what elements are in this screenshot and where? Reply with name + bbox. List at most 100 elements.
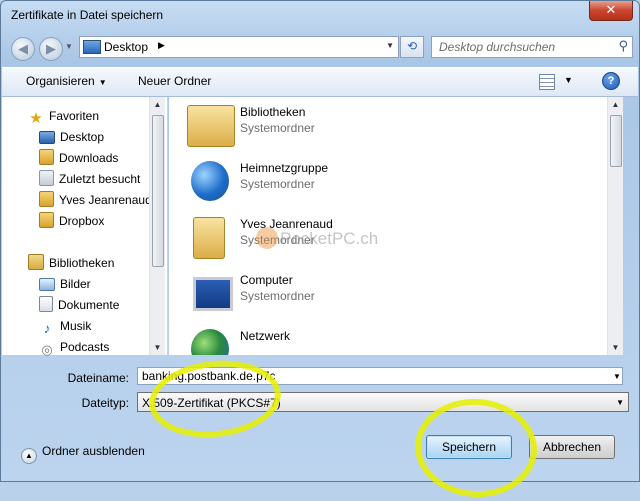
user-folder-icon [193, 217, 225, 259]
scroll-thumb[interactable] [152, 115, 164, 267]
file-type: Systemordner [240, 121, 315, 135]
filetype-dropdown-icon: ▼ [616, 398, 624, 407]
collapse-icon: ▲ [21, 448, 37, 464]
navigation-scrollbar[interactable]: ▲ ▼ [149, 97, 165, 355]
view-dropdown-icon[interactable]: ▼ [564, 75, 573, 85]
sidebar-item-libraries[interactable]: Bibliotheken [28, 254, 114, 272]
view-mode-icon[interactable] [539, 74, 555, 90]
close-button[interactable]: ✕ [589, 1, 633, 21]
file-item-libraries[interactable]: Bibliotheken Systemordner [185, 101, 485, 153]
scroll-down-icon[interactable]: ▼ [150, 340, 165, 355]
toolbar: Organisieren ▼ Neuer Ordner ▼ ? [2, 67, 638, 97]
network-icon [191, 329, 229, 355]
sidebar-item-label: Yves Jeanrenaud [59, 193, 152, 207]
pictures-icon [39, 278, 55, 291]
hide-folders-toggle[interactable]: ▲ Ordner ausblenden [21, 444, 145, 464]
sidebar-item-label: Zuletzt besucht [59, 172, 141, 186]
file-type: Systemordner [240, 289, 315, 303]
sidebar-item-favorites[interactable]: ★ Favoriten [28, 107, 100, 127]
documents-icon [39, 296, 53, 312]
back-arrow-icon: ◀ [18, 41, 28, 56]
organize-label: Organisieren [26, 74, 95, 88]
desktop-icon [83, 40, 101, 54]
sidebar-item-music[interactable]: ♪ Musik [39, 317, 92, 336]
breadcrumb-arrow-icon[interactable]: ▶ [158, 40, 165, 51]
sidebar-item-label: Podcasts [60, 340, 110, 354]
star-icon: ★ [29, 110, 43, 127]
sidebar-item-label: Favoriten [49, 109, 100, 123]
sidebar-item-label: Downloads [59, 151, 119, 165]
file-type: Systemordner [240, 177, 315, 191]
address-bar[interactable]: Desktop ▶ ▼ [79, 36, 399, 58]
breadcrumb-desktop[interactable]: Desktop [104, 40, 148, 54]
scroll-up-icon[interactable]: ▲ [608, 97, 623, 112]
cancel-button[interactable]: Abbrechen [529, 435, 615, 459]
sidebar-item-dropbox[interactable]: Dropbox [39, 212, 104, 230]
file-item-user[interactable]: Yves Jeanrenaud Systemordner [185, 213, 485, 265]
sidebar-item-recent[interactable]: Zuletzt besucht [39, 170, 140, 188]
sidebar-item-downloads[interactable]: Downloads [39, 149, 118, 167]
desktop-icon [39, 131, 55, 144]
window-title: Zertifikate in Datei speichern [11, 8, 164, 22]
file-item-network[interactable]: Netzwerk [185, 325, 485, 355]
sidebar-item-label: Dropbox [59, 214, 105, 228]
search-box[interactable]: Desktop durchsuchen ⚲ [431, 36, 633, 58]
title-bar: Zertifikate in Datei speichern ✕ [1, 1, 639, 29]
back-button[interactable]: ◀ [11, 37, 35, 61]
sidebar-item-documents[interactable]: Dokumente [39, 296, 119, 314]
organize-dropdown-icon: ▼ [98, 78, 107, 87]
search-placeholder: Desktop durchsuchen [439, 40, 556, 54]
file-name: Computer [240, 273, 293, 287]
sidebar-item-pictures[interactable]: Bilder [39, 275, 91, 293]
filetype-value: X.509-Zertifikat (PKCS#7) [142, 396, 281, 410]
user-folder-icon [39, 191, 54, 207]
file-name: Heimnetzgruppe [240, 161, 329, 175]
library-icon [28, 254, 44, 270]
filetype-label: Dateityp: [81, 396, 129, 410]
new-folder-button[interactable]: Neuer Ordner [138, 74, 211, 88]
file-type: Systemordner [240, 233, 315, 247]
recent-pages-dropdown-icon[interactable]: ▼ [65, 42, 73, 51]
refresh-button[interactable]: ⟲ [400, 36, 424, 58]
sidebar-item-user[interactable]: Yves Jeanrenaud [39, 191, 152, 209]
sidebar-item-desktop[interactable]: Desktop [39, 128, 104, 146]
help-icon[interactable]: ? [602, 72, 620, 90]
recent-icon [39, 170, 54, 186]
sidebar-item-podcasts[interactable]: ◎ Podcasts [39, 338, 110, 357]
sidebar-item-label: Bibliotheken [49, 256, 115, 270]
file-list-scrollbar[interactable]: ▲ ▼ [607, 97, 623, 355]
homegroup-icon [191, 161, 229, 201]
dropbox-icon [39, 212, 54, 228]
scroll-down-icon[interactable]: ▼ [608, 340, 623, 355]
save-dialog: Zertifikate in Datei speichern ✕ ◀ ▶ ▼ D… [0, 0, 640, 501]
filename-input[interactable] [137, 367, 623, 385]
file-item-homegroup[interactable]: Heimnetzgruppe Systemordner [185, 157, 485, 209]
scroll-up-icon[interactable]: ▲ [150, 97, 165, 112]
address-dropdown-icon[interactable]: ▼ [386, 41, 394, 50]
sidebar-item-label: Desktop [60, 130, 105, 144]
podcast-icon: ◎ [41, 342, 53, 357]
file-name: Bibliotheken [240, 105, 306, 119]
filename-label: Dateiname: [67, 371, 129, 385]
refresh-icon: ⟲ [406, 39, 418, 53]
forward-button[interactable]: ▶ [39, 37, 63, 61]
hide-folders-label: Ordner ausblenden [42, 444, 145, 458]
filename-dropdown-icon[interactable]: ▼ [613, 372, 621, 381]
sidebar-item-label: Musik [60, 319, 92, 333]
scroll-thumb[interactable] [610, 115, 622, 167]
filetype-select[interactable]: X.509-Zertifikat (PKCS#7) ▼ [137, 392, 629, 412]
file-name: Netzwerk [240, 329, 291, 343]
save-button[interactable]: Speichern [426, 435, 512, 459]
computer-icon [193, 277, 233, 311]
libraries-folder-icon [187, 105, 235, 147]
organize-button[interactable]: Organisieren ▼ [26, 74, 107, 88]
music-icon: ♪ [43, 320, 51, 336]
file-list: Bibliotheken Systemordner Heimnetzgruppe… [169, 97, 621, 355]
navigation-pane: ★ Favoriten Desktop Downloads Zuletzt bes… [2, 97, 168, 357]
search-icon[interactable]: ⚲ [618, 38, 628, 54]
file-item-computer[interactable]: Computer Systemordner [185, 269, 485, 321]
sidebar-item-label: Dokumente [58, 298, 120, 312]
forward-arrow-icon: ▶ [46, 41, 56, 56]
downloads-icon [39, 149, 54, 165]
file-name: Yves Jeanrenaud [240, 217, 333, 231]
